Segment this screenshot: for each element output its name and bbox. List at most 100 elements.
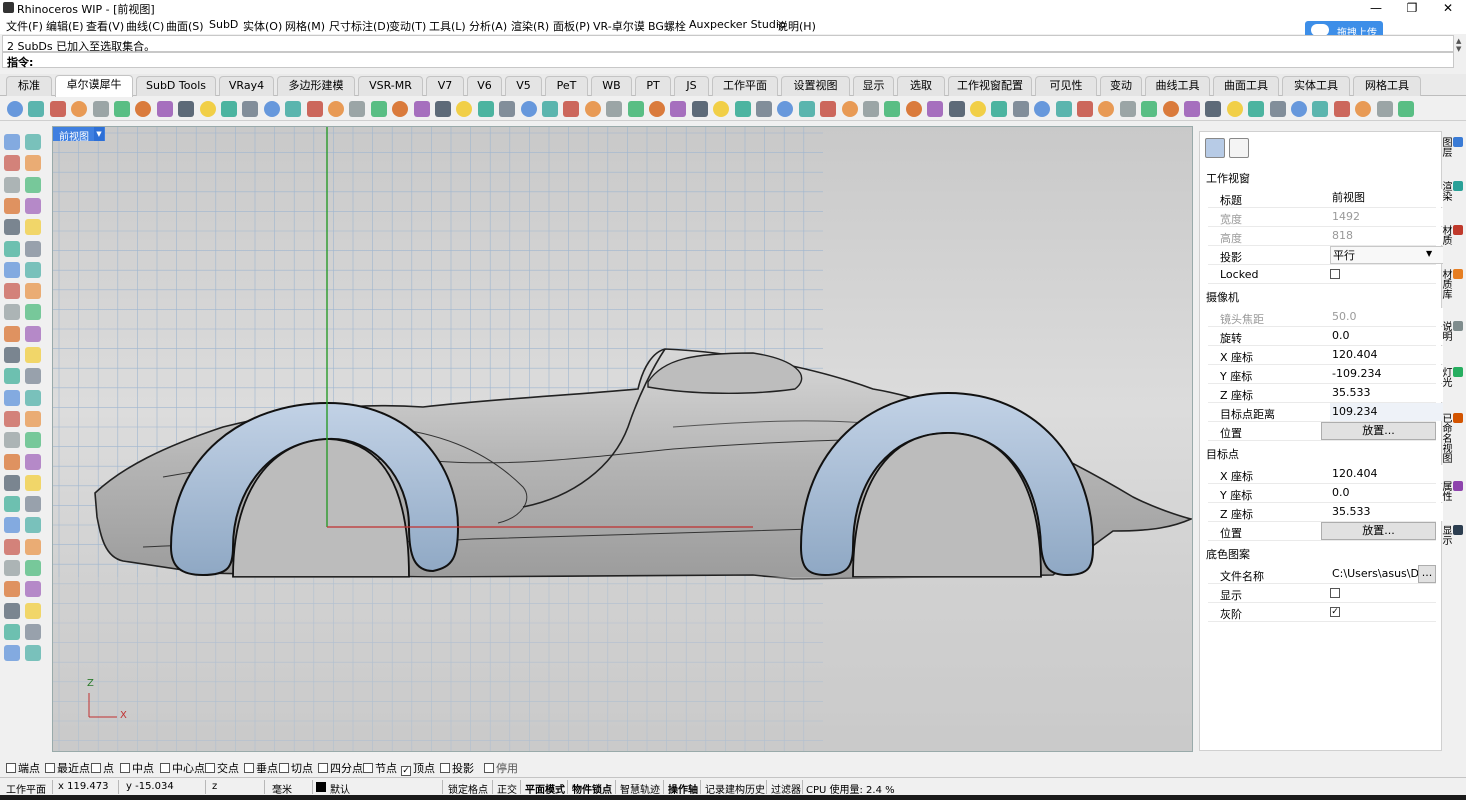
left-tool-icon[interactable] [25, 176, 41, 193]
tab-20[interactable]: 曲线工具 [1145, 76, 1210, 96]
menu-item[interactable]: 文件(F) [6, 18, 43, 34]
left-tool-icon[interactable] [4, 219, 20, 236]
tab-19[interactable]: 变动 [1100, 76, 1142, 96]
filename-field[interactable]: C:\Users\asus\Des... [1330, 565, 1428, 583]
left-tool-icon[interactable] [4, 304, 20, 321]
osnap-checkbox[interactable] [279, 763, 289, 773]
toolbar-tool-icon[interactable] [435, 101, 451, 117]
toolbar-tool-icon[interactable] [1141, 101, 1158, 117]
tab-18[interactable]: 可见性 [1035, 76, 1097, 96]
left-tool-icon[interactable] [4, 623, 20, 640]
menu-item[interactable]: BG螺栓 [648, 18, 686, 34]
osnap-checkbox[interactable] [318, 763, 328, 773]
tab-0[interactable]: 标准 [6, 76, 52, 96]
left-tool-icon[interactable] [4, 176, 20, 193]
toolbar-tool-icon[interactable] [584, 101, 601, 117]
toolbar-tool-icon[interactable] [970, 101, 986, 117]
left-tool-icon[interactable] [4, 325, 20, 342]
tab-22[interactable]: 实体工具 [1282, 76, 1350, 96]
toolbar-tool-icon[interactable] [777, 101, 794, 117]
menu-item[interactable]: 分析(A) [469, 18, 507, 34]
toolbar-tool-icon[interactable] [285, 101, 302, 117]
left-tool-icon[interactable] [25, 155, 41, 172]
left-tool-icon[interactable] [4, 389, 20, 406]
left-tool-icon[interactable] [25, 645, 41, 662]
rotate-field[interactable]: 0.0 [1330, 327, 1444, 345]
toolbar-tool-icon[interactable] [456, 101, 473, 117]
menu-item[interactable]: 变动(T) [389, 18, 426, 34]
status-filter[interactable]: 过滤器 [771, 781, 801, 796]
tab-23[interactable]: 网格工具 [1353, 76, 1421, 96]
viewport-canvas[interactable] [53, 127, 1193, 752]
status-history[interactable]: 记录建构历史 [705, 781, 765, 796]
toolbar-tool-icon[interactable] [756, 101, 772, 117]
toolbar-tool-icon[interactable] [649, 101, 665, 117]
menu-item[interactable]: 实体(O) [243, 18, 282, 34]
tab-10[interactable]: WB [591, 76, 632, 96]
tab-4[interactable]: 多边形建模 [277, 76, 355, 96]
toolbar-tool-icon[interactable] [156, 101, 173, 117]
left-tool-icon[interactable] [25, 240, 41, 257]
left-tool-icon[interactable] [25, 261, 41, 278]
camera-z-field[interactable]: 35.533 [1330, 384, 1444, 402]
left-tool-icon[interactable] [25, 602, 41, 619]
toolbar-tool-icon[interactable] [1312, 101, 1329, 117]
toolbar-tool-icon[interactable] [563, 101, 580, 117]
side-tab-3[interactable]: 材质库 [1440, 269, 1463, 299]
status-ortho[interactable]: 正交 [497, 781, 517, 796]
toolbar-tool-icon[interactable] [349, 101, 366, 117]
front-viewport[interactable]: Z X [52, 126, 1193, 752]
status-layer[interactable]: 默认 [330, 781, 350, 796]
left-tool-icon[interactable] [25, 517, 41, 534]
status-smarttrack[interactable]: 智慧轨迹 [620, 781, 660, 796]
camera-y-field[interactable]: -109.234 [1330, 365, 1444, 383]
toolbar-tool-icon[interactable] [413, 101, 430, 117]
maximize-icon[interactable]: ❐ [1395, 0, 1429, 16]
tab-11[interactable]: PT [635, 76, 671, 96]
toolbar-tool-icon[interactable] [670, 101, 687, 117]
toolbar-tool-icon[interactable] [1077, 101, 1093, 117]
toolbar-tool-icon[interactable] [863, 101, 879, 117]
toolbar-tool-icon[interactable] [499, 101, 516, 117]
toolbar-tool-icon[interactable] [71, 101, 88, 117]
osnap-3[interactable]: 中点 [120, 760, 154, 776]
toolbar-tool-icon[interactable] [991, 101, 1008, 117]
osnap-checkbox[interactable] [91, 763, 101, 773]
side-tab-2[interactable]: 材质 [1440, 225, 1463, 245]
locked-checkbox[interactable] [1330, 269, 1340, 279]
toolbar-tool-icon[interactable] [1355, 101, 1372, 117]
target-x-field[interactable]: 120.404 [1330, 465, 1444, 483]
toolbar-tool-icon[interactable] [905, 101, 922, 117]
toolbar-tool-icon[interactable] [734, 101, 751, 117]
camera-icon[interactable] [1205, 138, 1225, 158]
browse-button[interactable]: ... [1418, 565, 1436, 583]
osnap-checkbox[interactable]: ✓ [401, 766, 411, 776]
status-grid-snap[interactable]: 锁定格点 [448, 781, 488, 796]
target-z-field[interactable]: 35.533 [1330, 503, 1444, 521]
chevron-down-icon[interactable]: ▼ [1426, 249, 1432, 258]
toolbar-tool-icon[interactable] [627, 101, 644, 117]
tab-12[interactable]: JS [674, 76, 709, 96]
menu-item[interactable]: 尺寸标注(D) [329, 18, 390, 34]
left-tool-icon[interactable] [4, 240, 20, 257]
tab-15[interactable]: 显示 [853, 76, 894, 96]
toolbar-tool-icon[interactable] [948, 101, 965, 117]
osnap-checkbox[interactable] [6, 763, 16, 773]
left-tool-icon[interactable] [4, 581, 20, 598]
osnap-checkbox[interactable] [205, 763, 215, 773]
title-field[interactable]: 前视图 [1330, 189, 1444, 207]
status-osnap[interactable]: 物件锁点 [572, 781, 612, 796]
left-tool-icon[interactable] [25, 368, 41, 385]
toolbar-tool-icon[interactable] [1226, 101, 1243, 117]
left-tool-icon[interactable] [4, 538, 20, 555]
osnap-5[interactable]: 交点 [205, 760, 239, 776]
menu-item[interactable]: 查看(V) [86, 18, 124, 34]
camera-x-field[interactable]: 120.404 [1330, 346, 1444, 364]
menu-item[interactable]: 网格(M) [285, 18, 325, 34]
scroll-down-icon[interactable]: ▼ [1456, 45, 1466, 55]
menu-item[interactable]: SubD [209, 18, 238, 31]
toolbar-tool-icon[interactable] [114, 101, 130, 117]
left-tool-icon[interactable] [25, 304, 41, 321]
left-tool-icon[interactable] [4, 261, 20, 278]
tab-17[interactable]: 工作视窗配置 [948, 76, 1032, 96]
